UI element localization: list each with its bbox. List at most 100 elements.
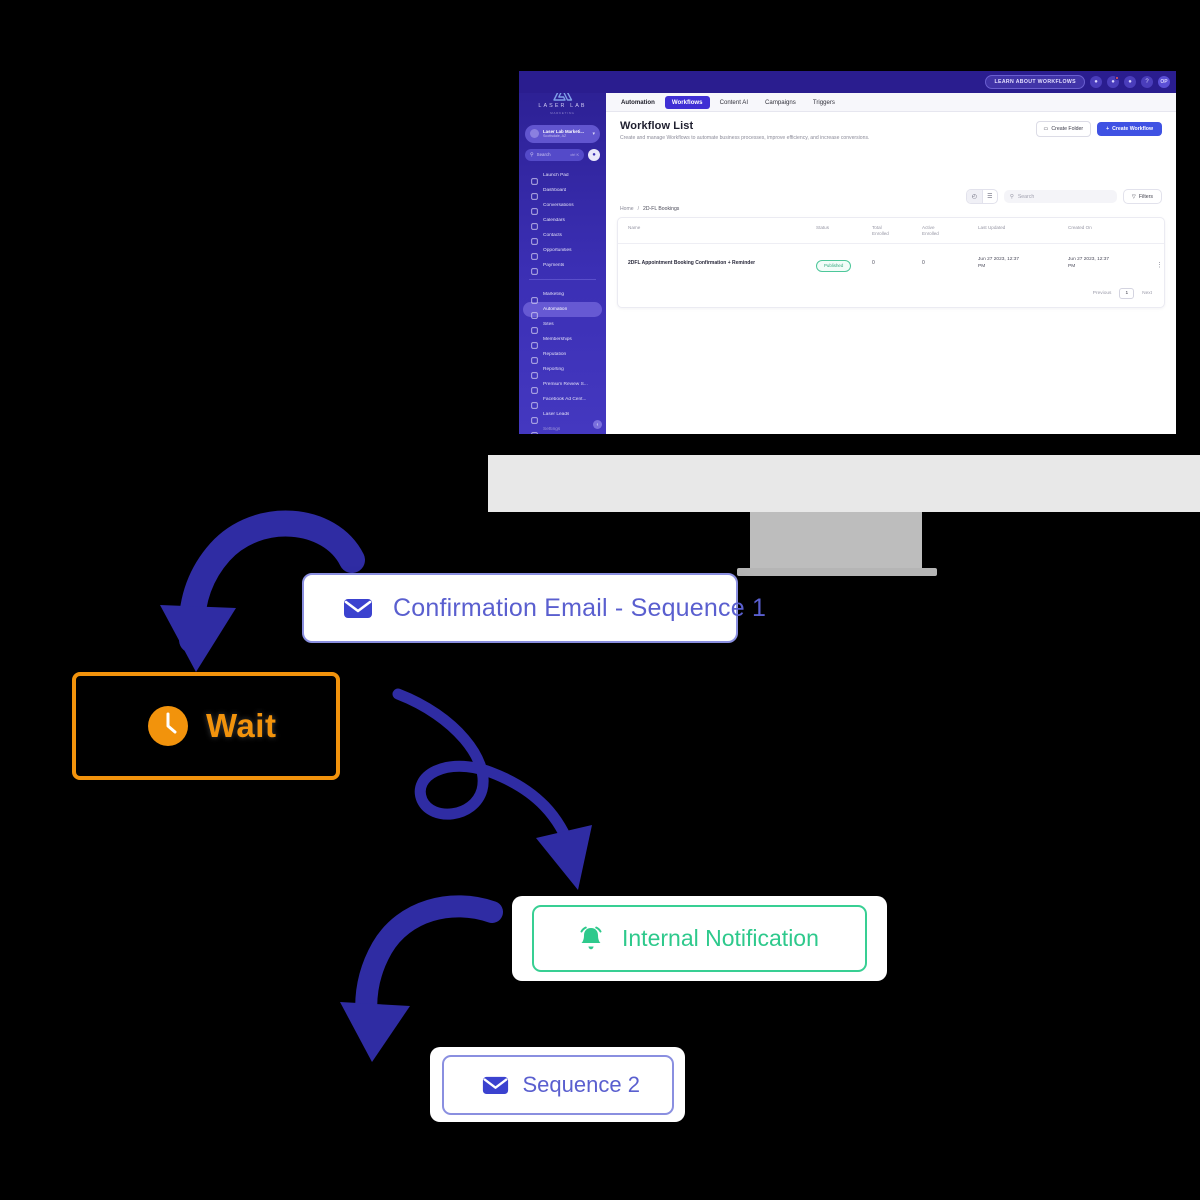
profile-avatar-button[interactable]: ● [588, 148, 600, 161]
page-header: Workflow List Create and manage Workflow… [606, 112, 1176, 143]
table-header-row: Name Status Total Enrolled Active Enroll… [618, 218, 1164, 245]
flow-node-label: Wait [206, 707, 277, 744]
sidebar-item-label: Settings [543, 426, 561, 432]
sidebar-divider [529, 278, 596, 280]
list-toolbar: ◴ ☰ ⚲ Search ▽ Filters [965, 189, 1162, 204]
sidebar-collapse-button[interactable]: ‹ [593, 420, 602, 429]
table-row[interactable]: 2DFL Appointment Booking Confirmation + … [618, 244, 1164, 282]
sidebar-search-placeholder: Search [536, 152, 551, 157]
column-header-last-updated: Last Updated [978, 225, 1006, 230]
tab-workflows[interactable]: Workflows [664, 95, 710, 109]
sidebar-item-contacts[interactable]: Contacts [523, 228, 602, 245]
flow-node-internal-notification-inner: Internal Notification [532, 905, 867, 972]
sidebar-item-label: Calendars [543, 217, 565, 223]
cell-workflow-name[interactable]: 2DFL Appointment Booking Confirmation + … [628, 260, 816, 268]
flow-node-sequence-2[interactable]: Sequence 2 [430, 1047, 685, 1122]
folder-icon: ▭ [1043, 126, 1049, 132]
sidebar-item-label: Opportunities [543, 247, 572, 253]
workspace-text: Laser Lab Marketi... Scottsdale, AZ [543, 129, 588, 138]
tab-content-ai[interactable]: Content AI [713, 96, 755, 109]
filters-button[interactable]: ▽ Filters [1122, 189, 1162, 204]
breadcrumb: Home / 2D-FL Bookings [620, 206, 679, 212]
pagination-next[interactable]: Next [1142, 291, 1152, 296]
sidebar-item-payments[interactable]: Payments [523, 258, 602, 275]
flow-node-label: Confirmation Email - Sequence 1 [393, 593, 767, 622]
monitor-bottom-bezel [488, 455, 1200, 512]
rocket-icon [531, 172, 538, 185]
sidebar-item-calendars[interactable]: Calendars [523, 213, 602, 230]
flow-node-wait[interactable]: Wait [72, 672, 340, 780]
create-workflow-button[interactable]: + Create Workflow [1097, 122, 1162, 136]
monitor-stand-neck [750, 512, 922, 570]
recent-view-icon[interactable]: ◴ [966, 190, 982, 203]
laser-leads-icon [531, 411, 538, 424]
sidebar-item-label: Memberships [543, 336, 572, 342]
memberships-icon [531, 336, 538, 349]
dashboard-icon [531, 187, 538, 200]
sidebar-item-sites[interactable]: Sites [523, 317, 602, 334]
notification-badge [1115, 76, 1119, 80]
sidebar-item-label: Facebook Ad Cent... [543, 396, 587, 402]
sidebar-item-laser-leads[interactable]: Laser Leads [523, 407, 602, 424]
workflow-table: Name Status Total Enrolled Active Enroll… [617, 217, 1165, 309]
sidebar-item-premium-review-s[interactable]: Premium Review S... [523, 377, 602, 394]
bell-icon [576, 924, 606, 954]
avatar-icon[interactable]: OP [1158, 76, 1170, 88]
tab-campaigns[interactable]: Campaigns [758, 96, 803, 109]
tab-triggers[interactable]: Triggers [806, 96, 842, 109]
sidebar-search-input[interactable]: ⚲ Search ctrl K [525, 148, 584, 161]
list-view-icon[interactable]: ☰ [981, 190, 997, 203]
workflow-search-placeholder: Search [1017, 193, 1035, 200]
search-icon: ⚲ [530, 151, 534, 158]
composite-canvas: LASER LAB MARKETING Laser Lab Marketi...… [0, 0, 1200, 1200]
marketing-icon [531, 291, 538, 304]
flow-node-internal-notification[interactable]: Internal Notification [512, 896, 887, 981]
sidebar-item-label: Contacts [543, 232, 562, 238]
filters-label: Filters [1138, 193, 1153, 200]
sidebar-item-label: Dashboard [543, 187, 567, 193]
logo-subtitle: MARKETING [550, 110, 575, 115]
column-header-active-enrolled: Active Enrolled [922, 225, 939, 237]
workflow-search-input[interactable]: ⚲ Search [1003, 190, 1117, 203]
pagination-previous[interactable]: Previous [1093, 291, 1112, 296]
sidebar-item-memberships[interactable]: Memberships [523, 332, 602, 349]
sidebar-item-label: Conversations [543, 202, 574, 208]
notifications-icon[interactable]: ● [1107, 76, 1119, 88]
sidebar-item-reputation[interactable]: Reputation [523, 347, 602, 364]
column-header-created-on: Created On [1068, 225, 1092, 230]
sidebar-item-conversations[interactable]: Conversations [523, 198, 602, 215]
pagination: Previous 1 Next [618, 282, 1164, 307]
search-shortcut-hint: ctrl K [570, 152, 579, 157]
breadcrumb-home[interactable]: Home [620, 206, 634, 212]
header-actions: ▭ Create Folder + Create Workflow [1035, 121, 1162, 137]
reporting-icon [531, 366, 538, 379]
sidebar-item-reporting[interactable]: Reporting [523, 362, 602, 379]
premium-review-icon [531, 381, 538, 394]
facebook-ads-icon [531, 396, 538, 409]
sidebar-item-marketing[interactable]: Marketing [523, 287, 602, 304]
sites-icon [531, 321, 538, 334]
row-overflow-menu-icon[interactable]: ⋮ [1156, 262, 1163, 269]
chevron-down-icon[interactable]: ▾ [592, 131, 595, 137]
workspace-location: Scottsdale, AZ [543, 134, 567, 138]
sidebar-item-automation[interactable]: Automation [523, 301, 602, 319]
help-icon[interactable]: ? [1141, 76, 1153, 88]
bell-icon[interactable]: ● [1124, 76, 1136, 88]
sidebar-item-opportunities[interactable]: Opportunities [523, 243, 602, 260]
pagination-page-1[interactable]: 1 [1119, 288, 1135, 300]
sidebar-item-dashboard[interactable]: Dashboard [523, 183, 602, 200]
tab-automation[interactable]: Automation [614, 96, 662, 109]
breadcrumb-separator: / [637, 206, 640, 212]
search-icon: ⚲ [1009, 193, 1014, 200]
workspace-switcher[interactable]: Laser Lab Marketi... Scottsdale, AZ ▾ [525, 124, 600, 143]
column-header-total-enrolled: Total Enrolled [872, 225, 889, 237]
user-circle-icon[interactable]: ● [1090, 76, 1102, 88]
arrow-wait-to-notification-icon [392, 688, 592, 890]
sidebar-item-facebook-ad-cent[interactable]: Facebook Ad Cent... [523, 392, 602, 409]
sidebar-item-launch-pad[interactable]: Launch Pad [523, 168, 602, 185]
learn-about-workflows-button[interactable]: LEARN ABOUT WORKFLOWS [985, 75, 1085, 89]
breadcrumb-current: 2D-FL Bookings [643, 206, 680, 212]
chat-icon [531, 202, 538, 215]
create-folder-button[interactable]: ▭ Create Folder [1035, 121, 1092, 137]
flow-node-confirmation-email[interactable]: Confirmation Email - Sequence 1 [302, 573, 766, 643]
